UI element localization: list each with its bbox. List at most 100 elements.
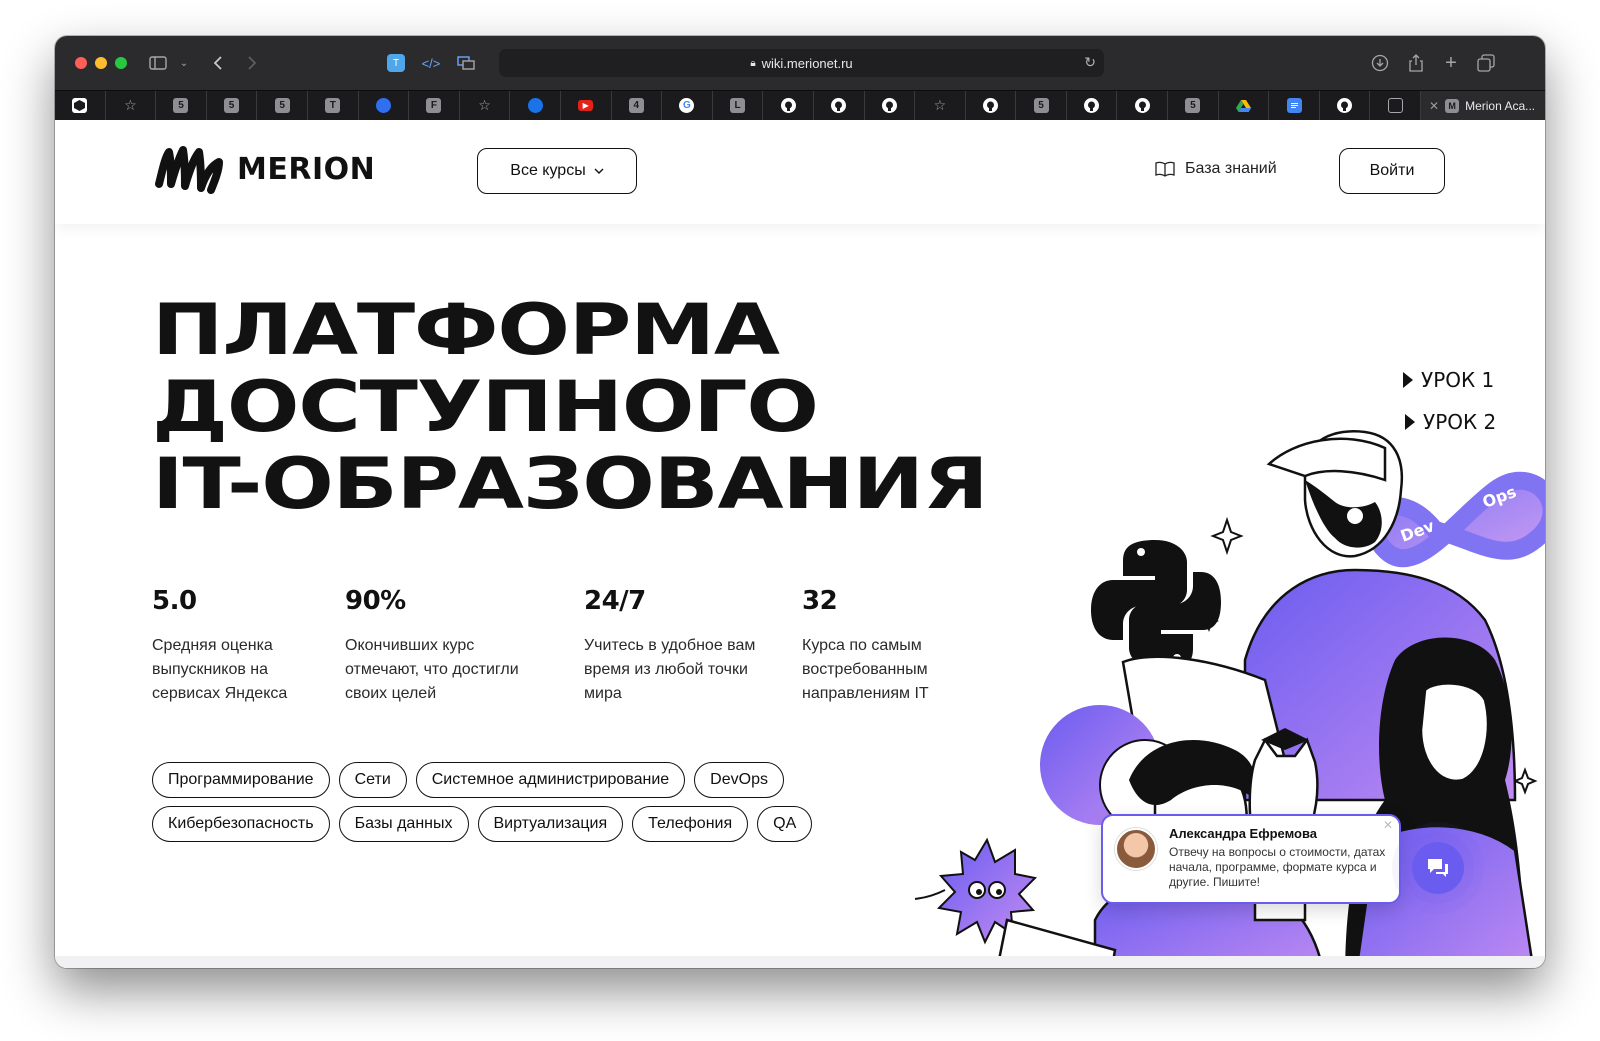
blue-drop-icon bbox=[375, 98, 391, 113]
browser-tab[interactable] bbox=[865, 90, 916, 121]
new-tab-icon[interactable]: + bbox=[1438, 50, 1464, 76]
close-icon[interactable]: ✕ bbox=[1383, 818, 1393, 832]
browser-tab[interactable] bbox=[359, 90, 410, 121]
sparkle-icon bbox=[1512, 767, 1538, 795]
tab-4-icon: 4 bbox=[628, 98, 644, 113]
reload-icon[interactable]: ↻ bbox=[1084, 54, 1096, 71]
tab-5-icon: 5 bbox=[173, 98, 189, 113]
address-bar[interactable]: 🔒︎ wiki.merionet.ru ↻ bbox=[499, 49, 1104, 77]
course-tag[interactable]: Программирование bbox=[152, 762, 330, 798]
browser-tab[interactable]: ☆ bbox=[460, 90, 511, 121]
chat-bubbles-icon bbox=[1428, 859, 1448, 877]
browser-tab[interactable] bbox=[763, 90, 814, 121]
minimize-window-button[interactable] bbox=[95, 57, 107, 69]
pinned-tabs: ☆ 5 5 5 T F ☆ ▶ 4 G L ☆ 5 5 bbox=[55, 90, 1422, 121]
youtube-icon: ▶ bbox=[578, 100, 594, 111]
google-docs-icon bbox=[1286, 98, 1302, 113]
chat-popup[interactable]: Александра Ефремова Отвечу на вопросы о … bbox=[1101, 814, 1401, 904]
browser-tab[interactable]: 5 bbox=[1016, 90, 1067, 121]
browser-tab[interactable]: 5 bbox=[1168, 90, 1219, 121]
blue-gear-icon bbox=[527, 98, 543, 113]
browser-tab[interactable]: L bbox=[713, 90, 764, 121]
browser-tab[interactable] bbox=[1067, 90, 1118, 121]
sidebar-icon[interactable] bbox=[145, 50, 171, 76]
all-courses-button[interactable]: Все курсы bbox=[477, 148, 637, 194]
tab-f-icon: F bbox=[426, 98, 442, 113]
chevron-down-icon[interactable]: ⌄ bbox=[171, 50, 197, 76]
share-icon[interactable] bbox=[1403, 50, 1429, 76]
python-logo-icon bbox=[1091, 540, 1221, 670]
stat-value: 90% bbox=[345, 586, 406, 616]
browser-tab[interactable] bbox=[1320, 90, 1371, 121]
stat-graduates: 90% Окончивших курс отмечают, что достиг… bbox=[345, 586, 545, 706]
browser-tab[interactable] bbox=[814, 90, 865, 121]
browser-tab[interactable]: 5 bbox=[207, 90, 258, 121]
browser-tab[interactable] bbox=[55, 90, 106, 121]
login-button[interactable]: Войти bbox=[1339, 148, 1445, 194]
course-tag[interactable]: Системное администрирование bbox=[415, 762, 686, 798]
browser-tab[interactable]: 5 bbox=[257, 90, 308, 121]
browser-tab[interactable]: ☆ bbox=[915, 90, 966, 121]
browser-tab[interactable] bbox=[1219, 90, 1270, 121]
browser-tab[interactable]: G bbox=[662, 90, 713, 121]
star-icon: ☆ bbox=[933, 97, 947, 113]
github-icon bbox=[1134, 98, 1150, 113]
github-icon bbox=[1337, 98, 1353, 113]
browser-tab[interactable]: ☆ bbox=[106, 90, 157, 121]
chevron-down-icon bbox=[594, 168, 604, 174]
tab-l-icon: L bbox=[730, 98, 746, 113]
translate-extension-icon[interactable]: T bbox=[383, 50, 409, 76]
browser-tab[interactable]: ▶ bbox=[561, 90, 612, 121]
course-tag[interactable]: Телефония bbox=[632, 806, 749, 842]
browser-toolbar: ⌄ T </> 🔒︎ wiki.merionet.ru ↻ + bbox=[55, 36, 1545, 90]
all-courses-label: Все курсы bbox=[510, 162, 586, 179]
close-tab-icon[interactable]: ✕ bbox=[1429, 99, 1439, 113]
github-icon bbox=[1084, 98, 1100, 113]
operator-name: Александра Ефремова bbox=[1169, 826, 1318, 841]
browser-tab[interactable] bbox=[510, 90, 561, 121]
url-text: wiki.merionet.ru bbox=[761, 55, 853, 71]
close-window-button[interactable] bbox=[75, 57, 87, 69]
browser-tab[interactable]: 4 bbox=[612, 90, 663, 121]
merion-logo[interactable]: MERION bbox=[155, 144, 375, 194]
browser-tab[interactable] bbox=[966, 90, 1017, 121]
site-header: MERION Все курсы База знаний Войти bbox=[55, 120, 1545, 224]
knowledge-base-link[interactable]: База знаний bbox=[1155, 160, 1277, 178]
course-tag[interactable]: Кибербезопасность bbox=[152, 806, 330, 842]
github-icon bbox=[780, 98, 796, 113]
tab-5-icon: 5 bbox=[1033, 98, 1049, 113]
browser-tab[interactable]: F bbox=[409, 90, 460, 121]
download-icon[interactable] bbox=[1367, 50, 1393, 76]
tab-t-icon: T bbox=[325, 98, 341, 113]
stat-description: Окончивших курс отмечают, что достигли с… bbox=[345, 637, 519, 702]
browser-tab[interactable]: T bbox=[308, 90, 359, 121]
course-tag[interactable]: Виртуализация bbox=[477, 806, 624, 842]
zoom-window-button[interactable] bbox=[115, 57, 127, 69]
back-icon[interactable] bbox=[205, 50, 231, 76]
course-tag[interactable]: DevOps bbox=[694, 762, 784, 798]
section-divider bbox=[55, 956, 1545, 968]
knowledge-base-label: База знаний bbox=[1185, 160, 1277, 177]
forward-icon[interactable] bbox=[239, 50, 265, 76]
open-chat-button[interactable] bbox=[1412, 842, 1464, 894]
stat-availability: 24/7 Учитесь в удобное вам время из любо… bbox=[584, 586, 784, 706]
stat-description: Учитесь в удобное вам время из любой точ… bbox=[584, 637, 756, 702]
tab-5-icon: 5 bbox=[224, 98, 240, 113]
tab-5-icon: 5 bbox=[274, 98, 290, 113]
browser-tab[interactable] bbox=[1269, 90, 1320, 121]
browser-tab[interactable] bbox=[1117, 90, 1169, 121]
github-icon bbox=[831, 98, 847, 113]
course-tag[interactable]: Сети bbox=[338, 762, 407, 798]
tab-overview-icon[interactable] bbox=[1473, 50, 1499, 76]
browser-tab[interactable]: 5 bbox=[156, 90, 207, 121]
course-tag[interactable]: Базы данных bbox=[338, 806, 469, 842]
course-tags: Программирование Сети Системное администри… bbox=[152, 762, 872, 850]
stat-value: 5.0 bbox=[152, 586, 197, 616]
course-tag[interactable]: QA bbox=[757, 806, 813, 842]
screen-extension-icon[interactable] bbox=[453, 50, 479, 76]
browser-tab[interactable] bbox=[1370, 90, 1422, 121]
active-tab[interactable]: ✕ M Merion Aca... bbox=[1421, 90, 1545, 121]
code-extension-icon[interactable]: </> bbox=[418, 50, 444, 76]
logo-text: MERION bbox=[237, 151, 376, 187]
tab-5-icon: 5 bbox=[1185, 98, 1201, 113]
